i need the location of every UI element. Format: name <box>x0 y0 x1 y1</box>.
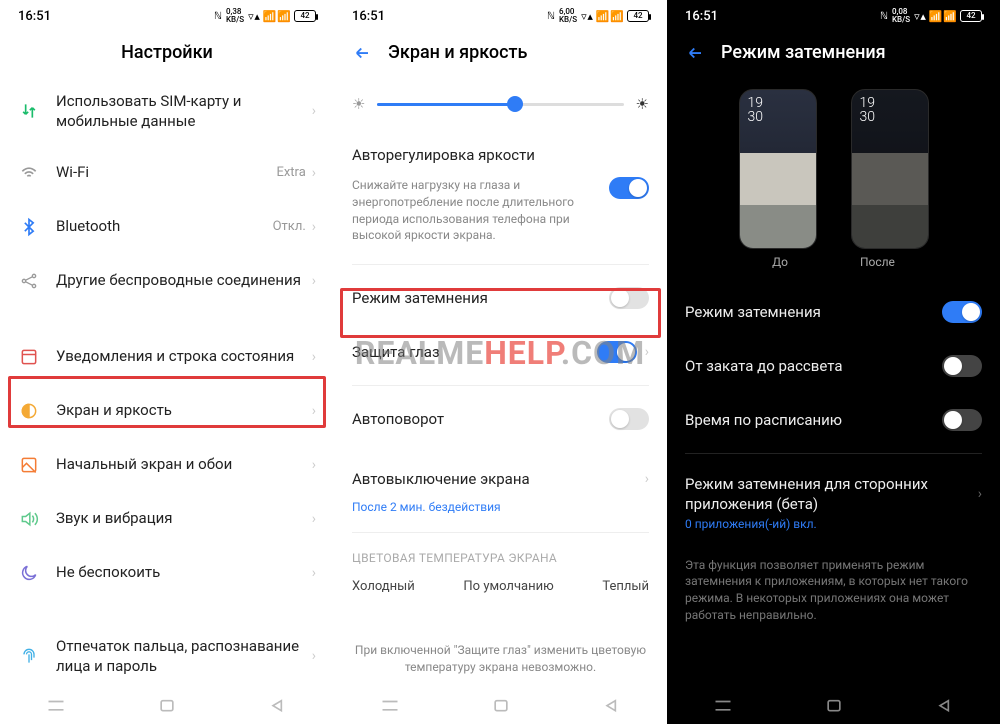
row-schedule[interactable]: Время по расписанию <box>667 393 1000 447</box>
row-autobrightness-title: Авторегулировка яркости <box>334 123 667 177</box>
nav-recent-icon[interactable] <box>713 698 733 714</box>
bluetooth-icon <box>18 216 40 238</box>
page-title: Настройки <box>0 26 334 77</box>
header: Режим затемнения <box>667 26 1000 77</box>
row-dark-mode[interactable]: Режим затемнения <box>334 271 667 325</box>
nav-back-icon[interactable] <box>268 698 288 714</box>
battery-icon: 42 <box>960 10 982 22</box>
color-temp-options: Холодный По умолчанию Теплый <box>334 573 667 602</box>
row-notifications[interactable]: Уведомления и строка состояния › <box>0 330 334 384</box>
sun-high-icon: ☀ <box>636 95 649 113</box>
row-bluetooth[interactable]: Bluetooth Откл. › <box>0 200 334 254</box>
moon-icon <box>18 562 40 584</box>
chevron-right-icon: › <box>645 471 649 487</box>
share-icon <box>18 270 40 292</box>
row-autorotate[interactable]: Автоповорот <box>334 392 667 446</box>
schedule-toggle[interactable] <box>942 409 982 431</box>
chevron-right-icon: › <box>312 457 316 473</box>
row-thirdparty-dark[interactable]: Режим затемнения для сторонних приложени… <box>667 460 1000 517</box>
wifi-icon <box>18 162 40 184</box>
nav-back-icon[interactable] <box>935 698 955 714</box>
preview-row: 1930 1930 <box>667 77 1000 255</box>
navbar <box>0 688 334 724</box>
color-temp-section: ЦВЕТОВАЯ ТЕМПЕРАТУРА ЭКРАНА <box>334 539 667 573</box>
status-time: 16:51 <box>352 9 385 24</box>
autorotate-toggle[interactable] <box>609 408 649 430</box>
thirdparty-sub: 0 приложения(-ий) вкл. <box>667 517 1000 543</box>
row-autooff[interactable]: Автовыключение экрана › <box>334 446 667 500</box>
sim-icon <box>18 100 40 122</box>
sun-low-icon: ☀ <box>352 95 365 113</box>
wallpaper-icon <box>18 454 40 476</box>
preview-before: 1930 <box>739 89 817 249</box>
chevron-right-icon: › <box>312 565 316 581</box>
back-arrow-icon[interactable] <box>685 43 705 63</box>
row-eye-protect[interactable]: Защита глаз › <box>334 325 667 379</box>
nav-home-icon[interactable] <box>491 698 511 714</box>
autobrightness-toggle[interactable] <box>609 177 649 199</box>
chevron-right-icon: › <box>312 648 316 664</box>
sound-icon <box>18 508 40 530</box>
row-sim-data[interactable]: Использовать SIM-карту и мобильные данны… <box>0 77 334 146</box>
status-right: ℕ 0,38KB/S ▿ ▴ 📶 📶 42 <box>214 8 316 24</box>
row-other-wireless[interactable]: Другие беспроводные соединения › <box>0 254 334 308</box>
chevron-right-icon: › <box>312 273 316 289</box>
statusbar: 16:51 ℕ 0,38KB/S ▿ ▴ 📶 📶 42 <box>0 0 334 26</box>
fingerprint-icon <box>18 645 40 667</box>
chevron-right-icon: › <box>978 486 982 502</box>
preview-labels: До После <box>667 255 1000 285</box>
footer-note: При включенной "Защите глаз" изменить цв… <box>334 642 667 684</box>
settings-screen: 16:51 ℕ 0,38KB/S ▿ ▴ 📶 📶 42 Настройки Ис… <box>0 0 334 724</box>
status-time: 16:51 <box>685 9 718 24</box>
navbar <box>667 688 1000 724</box>
header: Экран и яркость <box>334 26 667 77</box>
footer-note: Эта функция позволяет применять режим за… <box>667 557 1000 632</box>
back-arrow-icon[interactable] <box>352 43 372 63</box>
preview-after: 1930 <box>851 89 929 249</box>
row-dark-mode-main[interactable]: Режим затемнения <box>667 285 1000 339</box>
navbar <box>334 688 667 724</box>
page-title: Режим затемнения <box>721 42 886 63</box>
autobrightness-desc: Снижайте нагрузку на глаза и энергопотре… <box>352 177 599 244</box>
row-display[interactable]: Экран и яркость › <box>0 384 334 438</box>
dark-mode-screen: 16:51 ℕ 0,08KB/S ▿ ▴ 📶 📶 42 Режим затемн… <box>667 0 1000 724</box>
sunset-toggle[interactable] <box>942 355 982 377</box>
chevron-right-icon: › <box>645 344 649 360</box>
chevron-right-icon: › <box>312 219 316 235</box>
row-home-wallpaper[interactable]: Начальный экран и обои › <box>0 438 334 492</box>
statusbar: 16:51 ℕ 6,00KB/S ▿ ▴ 📶 📶 42 <box>334 0 667 26</box>
row-sound[interactable]: Звук и вибрация › <box>0 492 334 546</box>
battery-icon: 42 <box>294 10 316 22</box>
chevron-right-icon: › <box>312 165 316 181</box>
dark-mode-toggle[interactable] <box>609 287 649 309</box>
notification-icon <box>18 346 40 368</box>
nav-recent-icon[interactable] <box>380 698 400 714</box>
nav-back-icon[interactable] <box>602 698 622 714</box>
row-sunset[interactable]: От заката до рассвета <box>667 339 1000 393</box>
nav-home-icon[interactable] <box>157 698 177 714</box>
status-time: 16:51 <box>18 9 51 24</box>
page-title: Экран и яркость <box>388 42 527 63</box>
dark-mode-toggle[interactable] <box>942 301 982 323</box>
statusbar: 16:51 ℕ 0,08KB/S ▿ ▴ 📶 📶 42 <box>667 0 1000 26</box>
row-wifi[interactable]: Wi-Fi Extra › <box>0 146 334 200</box>
chevron-right-icon: › <box>312 103 316 119</box>
autooff-value: После 2 мин. бездействия <box>334 500 667 526</box>
battery-icon: 42 <box>627 10 649 22</box>
row-fingerprint[interactable]: Отпечаток пальца, распознавание лица и п… <box>0 622 334 691</box>
nav-home-icon[interactable] <box>824 698 844 714</box>
chevron-right-icon: › <box>312 403 316 419</box>
chevron-right-icon: › <box>312 349 316 365</box>
chevron-right-icon: › <box>312 511 316 527</box>
eye-toggle[interactable] <box>597 341 637 363</box>
display-screen: 16:51 ℕ 6,00KB/S ▿ ▴ 📶 📶 42 Экран и ярко… <box>334 0 667 724</box>
nav-recent-icon[interactable] <box>46 698 66 714</box>
brightness-slider[interactable]: ☀ ☀ <box>334 77 667 123</box>
row-dnd[interactable]: Не беспокоить › <box>0 546 334 600</box>
brightness-icon <box>18 400 40 422</box>
